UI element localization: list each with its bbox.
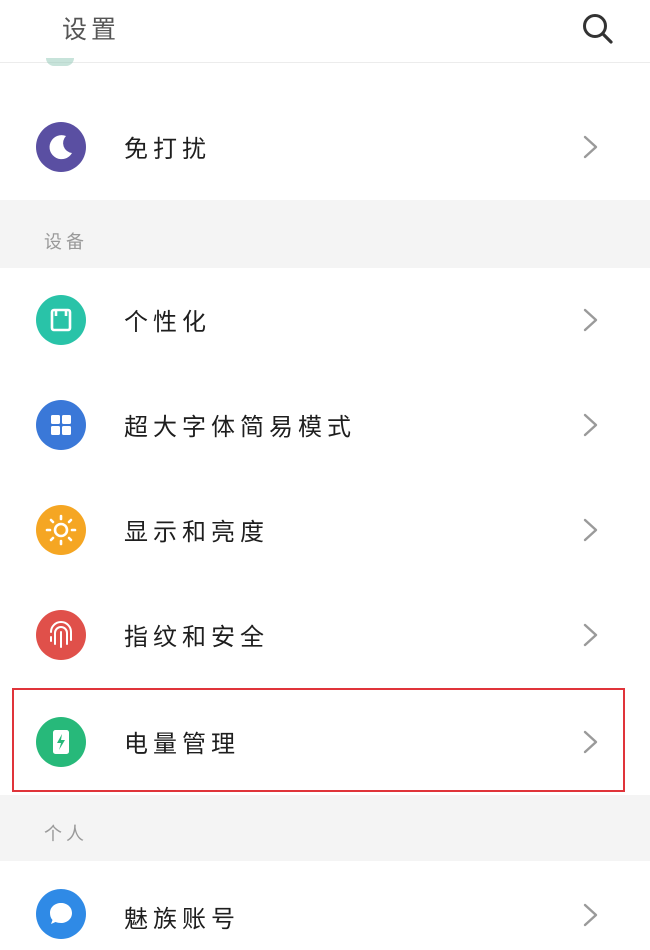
- chevron-right-icon: [578, 728, 602, 756]
- partial-icon: [46, 58, 74, 66]
- settings-item-personalization[interactable]: 个性化: [0, 268, 650, 372]
- account-icon: [36, 889, 86, 939]
- page-title: 设置: [62, 15, 121, 44]
- section-header-device: 设备: [0, 200, 650, 268]
- settings-item-label: 个性化: [124, 308, 211, 336]
- section-header-personal: 个人: [0, 795, 650, 861]
- chevron-right-icon: [578, 901, 602, 929]
- chevron-right-icon: [578, 621, 602, 649]
- search-icon[interactable]: [578, 9, 618, 49]
- settings-item-label: 魅族账号: [124, 905, 240, 933]
- sun-icon: [36, 505, 86, 555]
- chevron-right-icon: [578, 516, 602, 544]
- settings-item-label: 超大字体简易模式: [124, 413, 356, 441]
- personalize-icon: [36, 295, 86, 345]
- moon-icon: [36, 122, 86, 172]
- section-title: 个人: [44, 824, 88, 845]
- settings-item-fingerprint-security[interactable]: 指纹和安全: [0, 583, 650, 687]
- settings-item-display-brightness[interactable]: 显示和亮度: [0, 478, 650, 582]
- header-divider: [0, 62, 650, 63]
- chevron-right-icon: [578, 133, 602, 161]
- app-header: 设置: [0, 0, 650, 62]
- settings-item-battery-management[interactable]: 电量管理: [0, 690, 650, 794]
- settings-item-do-not-disturb[interactable]: 免打扰: [0, 95, 650, 199]
- chevron-right-icon: [578, 306, 602, 334]
- grid-icon: [36, 400, 86, 450]
- battery-icon: [36, 717, 86, 767]
- settings-item-label: 免打扰: [124, 135, 211, 163]
- chevron-right-icon: [578, 411, 602, 439]
- settings-item-label: 电量管理: [124, 730, 240, 758]
- fingerprint-icon: [36, 610, 86, 660]
- settings-item-label: 显示和亮度: [124, 518, 269, 546]
- settings-item-large-font-mode[interactable]: 超大字体简易模式: [0, 373, 650, 477]
- settings-item-meizu-account[interactable]: 魅族账号: [0, 861, 650, 950]
- settings-item-label: 指纹和安全: [124, 623, 269, 651]
- section-title: 设备: [44, 232, 88, 253]
